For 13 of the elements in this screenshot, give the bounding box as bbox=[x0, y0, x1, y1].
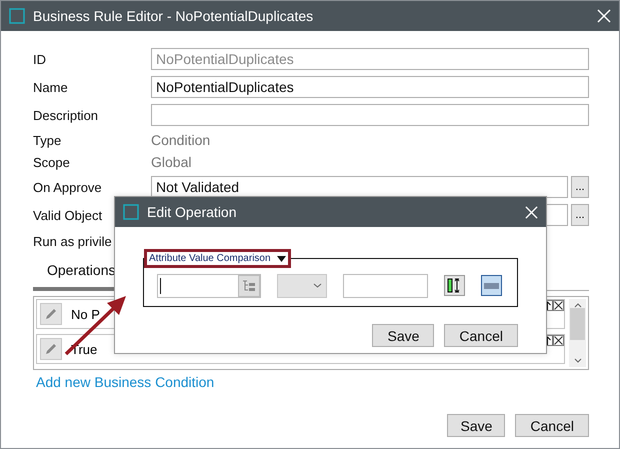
field-value: Condition bbox=[151, 132, 210, 148]
field-value: Global bbox=[151, 154, 192, 170]
field-label: Scope bbox=[33, 154, 70, 170]
dialog-title: Edit Operation bbox=[147, 204, 238, 220]
field-label: Description bbox=[33, 108, 98, 122]
field-label: Run as privile bbox=[33, 234, 112, 248]
field-label: ID bbox=[33, 52, 46, 66]
operation-text: No P bbox=[71, 306, 100, 322]
field-label: On Approve bbox=[33, 180, 102, 194]
field-label: Valid Object bbox=[33, 208, 102, 222]
window-title: Business Rule Editor - NoPotentialDuplicates bbox=[33, 8, 314, 24]
field-label: Name bbox=[33, 80, 68, 94]
field-label: Type bbox=[33, 132, 62, 148]
